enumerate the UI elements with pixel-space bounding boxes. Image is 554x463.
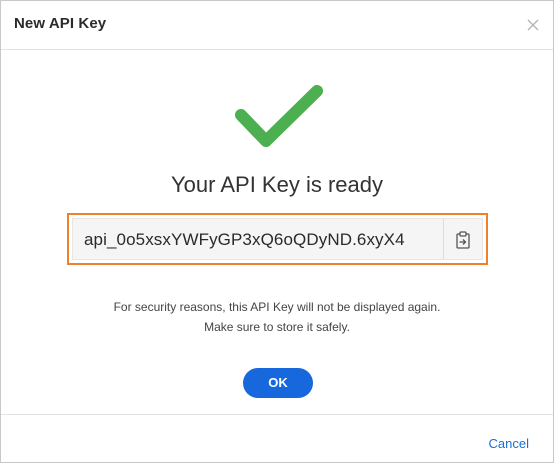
cancel-link[interactable]: Cancel: [489, 436, 529, 451]
copy-clipboard-icon: [456, 231, 470, 249]
checkmark-icon: [233, 85, 325, 153]
security-note-line1: For security reasons, this API Key will …: [113, 300, 441, 314]
api-key-value[interactable]: api_0o5xsxYWFyGP3xQ6oQDyND.6xyX4: [73, 219, 449, 259]
new-api-key-dialog: New API Key Your API Key is ready api_0o…: [0, 0, 554, 463]
close-icon[interactable]: [523, 15, 543, 35]
ok-button[interactable]: OK: [243, 368, 313, 398]
api-key-container: api_0o5xsxYWFyGP3xQ6oQDyND.6xyX4: [72, 218, 483, 260]
dialog-header: New API Key: [1, 1, 553, 50]
copy-button[interactable]: [443, 219, 482, 259]
ready-heading: Your API Key is ready: [171, 172, 383, 197]
security-note-line2: Make sure to store it safely.: [204, 320, 350, 334]
dialog-footer: Cancel: [1, 414, 553, 463]
dialog-title: New API Key: [14, 15, 107, 32]
api-key-field: api_0o5xsxYWFyGP3xQ6oQDyND.6xyX4: [67, 213, 488, 265]
